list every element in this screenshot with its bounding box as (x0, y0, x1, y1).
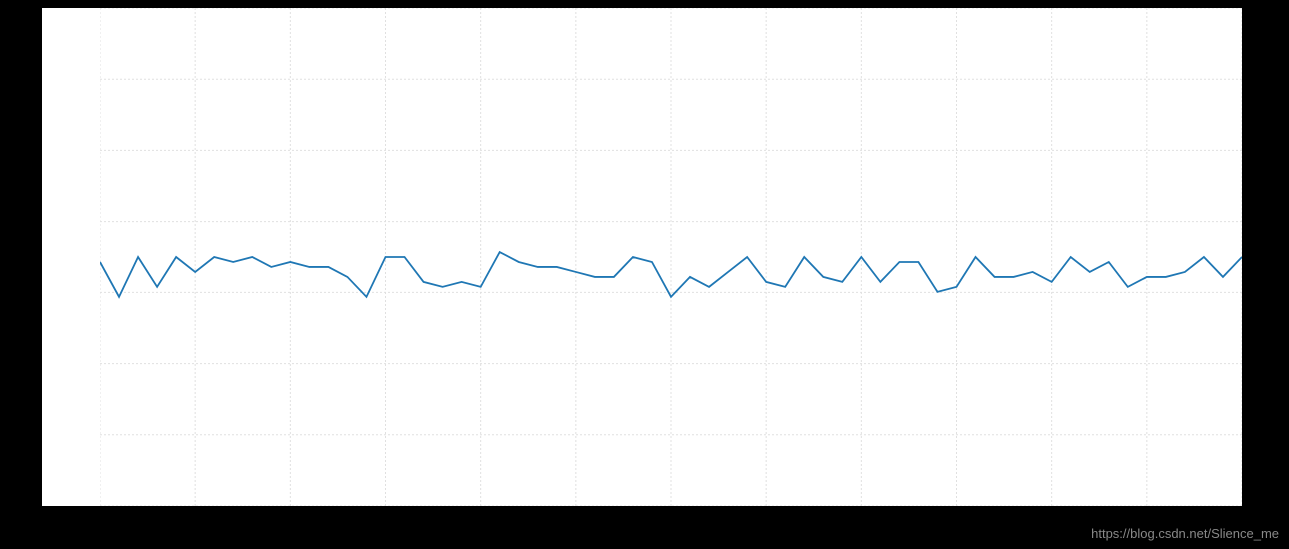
chart-container (42, 8, 1242, 506)
line-chart (100, 8, 1242, 506)
data-line (100, 252, 1242, 297)
watermark-text: https://blog.csdn.net/Slience_me (1091, 526, 1279, 541)
plot-area (100, 8, 1242, 506)
